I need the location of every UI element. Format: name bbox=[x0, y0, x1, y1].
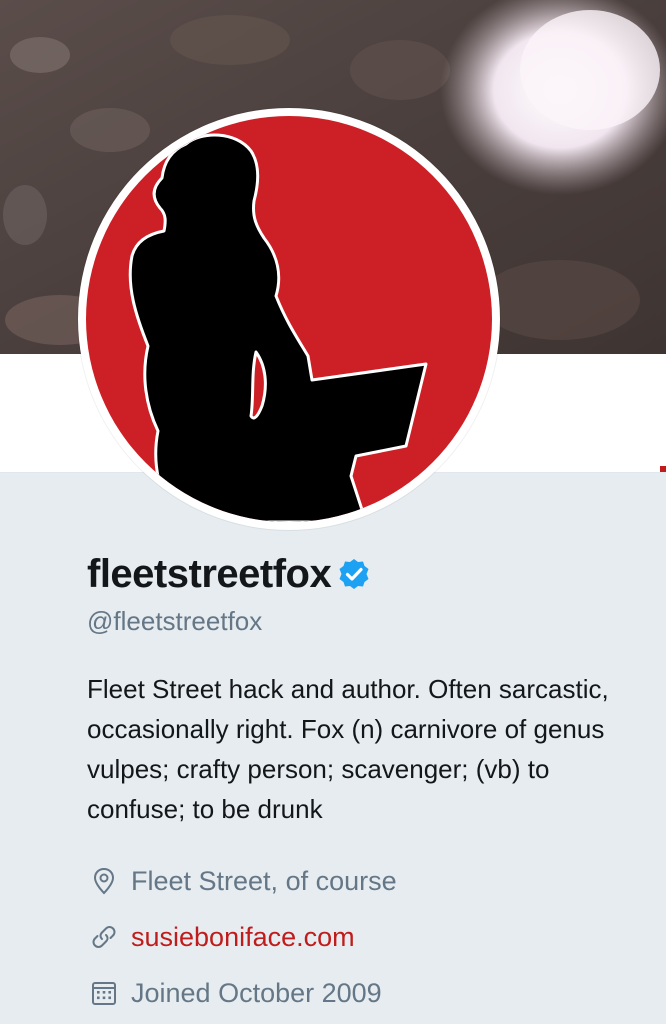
profile-handle[interactable]: @fleetstreetfox bbox=[87, 606, 647, 637]
profile-website: susieboniface.com bbox=[87, 909, 647, 965]
profile-avatar[interactable] bbox=[78, 108, 500, 530]
profile-info: fleetstreetfox @fleetstreetfox Fleet Str… bbox=[87, 548, 647, 1021]
joined-text: Joined October 2009 bbox=[131, 977, 382, 1008]
profile-bio: Fleet Street hack and author. Often sarc… bbox=[87, 674, 609, 824]
verified-badge-icon bbox=[337, 557, 371, 591]
display-name[interactable]: fleetstreetfox bbox=[87, 552, 332, 597]
location-pin-icon bbox=[87, 864, 121, 898]
profile-joined: Joined October 2009 bbox=[87, 965, 647, 1021]
name-row: fleetstreetfox bbox=[87, 548, 647, 600]
link-icon bbox=[87, 920, 121, 954]
profile-page: fleetstreetfox @fleetstreetfox Fleet Str… bbox=[0, 0, 666, 1024]
profile-location: Fleet Street, of course bbox=[87, 853, 647, 909]
website-link[interactable]: susieboniface.com bbox=[131, 922, 355, 953]
profile-meta: Fleet Street, of course susieboniface.co… bbox=[87, 853, 647, 1021]
avatar-image bbox=[86, 116, 492, 522]
nav-accent-mark bbox=[660, 466, 666, 472]
location-text: Fleet Street, of course bbox=[131, 865, 397, 896]
calendar-icon bbox=[87, 976, 121, 1010]
